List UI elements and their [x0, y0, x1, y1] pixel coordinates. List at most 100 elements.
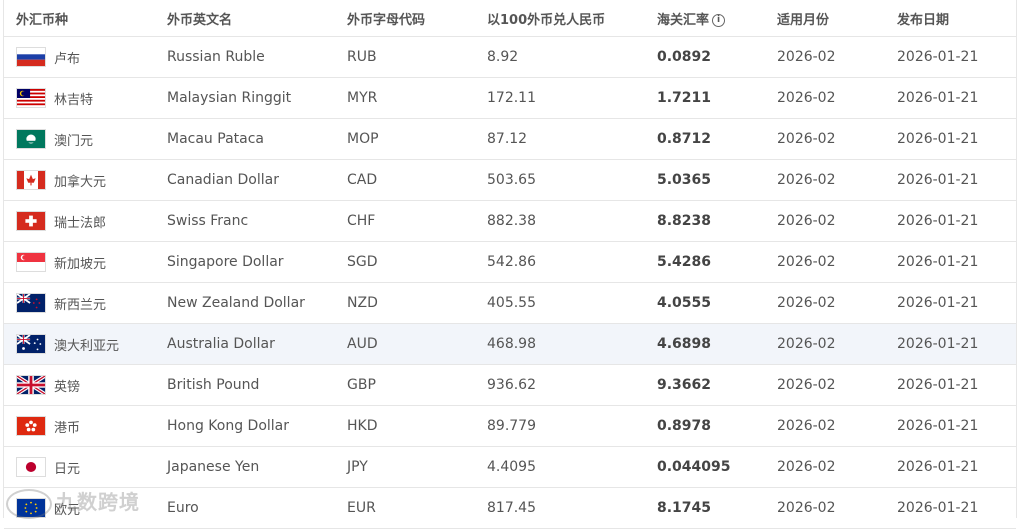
month-value: 2026-02: [777, 295, 836, 311]
per100-value: 89.779: [487, 418, 536, 434]
header-publish-date: 发布日期: [897, 12, 950, 28]
header-code: 外币字母代码: [347, 12, 426, 28]
date-value: 2026-01-21: [897, 295, 979, 311]
table-row[interactable]: 澳门元 Macau Pataca MOP 87.12 0.8712 2026-0…: [4, 119, 1016, 160]
date-value: 2026-01-21: [897, 459, 979, 475]
table-row[interactable]: 港币 Hong Kong Dollar HKD 89.779 0.8978 20…: [4, 406, 1016, 447]
customs-rate: 0.044095: [657, 459, 731, 475]
header-english-name: 外币英文名: [167, 12, 233, 28]
currency-code: HKD: [347, 418, 378, 434]
customs-rate: 5.4286: [657, 254, 712, 270]
table-row[interactable]: 新西兰元 New Zealand Dollar NZD 405.55 4.055…: [4, 283, 1016, 324]
english-name: British Pound: [167, 377, 260, 393]
english-name: Swiss Franc: [167, 213, 249, 229]
date-value: 2026-01-21: [897, 254, 979, 270]
table-row[interactable]: 瑞士法郎 Swiss Franc CHF 882.38 8.8238 2026-…: [4, 201, 1016, 242]
customs-rate: 0.8978: [657, 418, 712, 434]
per100-value: 503.65: [487, 172, 536, 188]
customs-rate: 1.7211: [657, 90, 712, 106]
uk-flag-icon: [16, 375, 46, 395]
english-name: Hong Kong Dollar: [167, 418, 290, 434]
per100-value: 468.98: [487, 336, 536, 352]
customs-rate: 5.0365: [657, 172, 712, 188]
currency-code: MYR: [347, 90, 378, 106]
month-value: 2026-02: [777, 377, 836, 393]
macau-flag-icon: [16, 129, 46, 149]
table-row[interactable]: 欧元 Euro EUR 817.45 8.1745 2026-02 2026-0…: [4, 488, 1016, 529]
month-value: 2026-02: [777, 500, 836, 516]
canada-flag-icon: [16, 170, 46, 190]
header-customs-rate: 海关汇率 i: [657, 9, 726, 28]
new-zealand-flag-icon: [16, 293, 46, 313]
per100-value: 87.12: [487, 131, 528, 147]
customs-rate: 0.0892: [657, 49, 712, 65]
currency-code: CHF: [347, 213, 376, 229]
month-value: 2026-02: [777, 254, 836, 270]
english-name: Canadian Dollar: [167, 172, 279, 188]
date-value: 2026-01-21: [897, 377, 979, 393]
english-name: Singapore Dollar: [167, 254, 284, 270]
currency-code: JPY: [347, 459, 368, 475]
customs-rate: 9.3662: [657, 377, 712, 393]
per100-value: 405.55: [487, 295, 536, 311]
info-icon[interactable]: i: [712, 13, 726, 27]
table-row[interactable]: 英镑 British Pound GBP 936.62 9.3662 2026-…: [4, 365, 1016, 406]
currency-code: AUD: [347, 336, 378, 352]
table-row[interactable]: 日元 Japanese Yen JPY 4.4095 0.044095 2026…: [4, 447, 1016, 488]
date-value: 2026-01-21: [897, 336, 979, 352]
per100-value: 882.38: [487, 213, 536, 229]
currency-name: 新加坡元: [54, 256, 107, 272]
table-row[interactable]: 林吉特 Malaysian Ringgit MYR 172.11 1.7211 …: [4, 78, 1016, 119]
singapore-flag-icon: [16, 252, 46, 272]
currency-name: 日元: [54, 461, 81, 477]
date-value: 2026-01-21: [897, 172, 979, 188]
customs-rate: 8.1745: [657, 500, 712, 516]
exchange-rate-table: 外汇币种 外币英文名 外币字母代码 以100外币兑人民币 海关汇率 i 适用月份 …: [3, 0, 1017, 529]
header-month: 适用月份: [777, 12, 830, 28]
date-value: 2026-01-21: [897, 90, 979, 106]
month-value: 2026-02: [777, 418, 836, 434]
month-value: 2026-02: [777, 459, 836, 475]
month-value: 2026-02: [777, 336, 836, 352]
malaysia-flag-icon: [16, 88, 46, 108]
date-value: 2026-01-21: [897, 500, 979, 516]
date-value: 2026-01-21: [897, 49, 979, 65]
per100-value: 542.86: [487, 254, 536, 270]
currency-name: 澳门元: [54, 133, 94, 149]
switzerland-flag-icon: [16, 211, 46, 231]
currency-code: RUB: [347, 49, 377, 65]
currency-name: 澳大利亚元: [54, 338, 120, 354]
currency-name: 林吉特: [54, 92, 94, 108]
english-name: Russian Ruble: [167, 49, 265, 65]
english-name: Australia Dollar: [167, 336, 275, 352]
watermark: 九数跨境: [6, 486, 140, 519]
table-row[interactable]: 新加坡元 Singapore Dollar SGD 542.86 5.4286 …: [4, 242, 1016, 283]
currency-code: MOP: [347, 131, 379, 147]
date-value: 2026-01-21: [897, 213, 979, 229]
month-value: 2026-02: [777, 172, 836, 188]
customs-rate: 8.8238: [657, 213, 712, 229]
table-row[interactable]: 卢布 Russian Ruble RUB 8.92 0.0892 2026-02…: [4, 37, 1016, 78]
customs-rate: 0.8712: [657, 131, 712, 147]
header-currency: 外汇币种: [16, 12, 69, 28]
table-row[interactable]: 澳大利亚元 Australia Dollar AUD 468.98 4.6898…: [4, 324, 1016, 365]
english-name: Malaysian Ringgit: [167, 90, 292, 106]
table-row[interactable]: 加拿大元 Canadian Dollar CAD 503.65 5.0365 2…: [4, 160, 1016, 201]
month-value: 2026-02: [777, 213, 836, 229]
customs-rate: 4.6898: [657, 336, 712, 352]
currency-code: EUR: [347, 500, 376, 516]
russia-flag-icon: [16, 47, 46, 67]
australia-flag-icon: [16, 334, 46, 354]
currency-name: 新西兰元: [54, 297, 107, 313]
month-value: 2026-02: [777, 90, 836, 106]
currency-name: 加拿大元: [54, 174, 107, 190]
currency-name: 英镑: [54, 379, 81, 395]
date-value: 2026-01-21: [897, 418, 979, 434]
month-value: 2026-02: [777, 49, 836, 65]
currency-name: 港币: [54, 420, 81, 436]
header-per100: 以100外币兑人民币: [487, 12, 606, 28]
currency-code: SGD: [347, 254, 378, 270]
date-value: 2026-01-21: [897, 131, 979, 147]
japan-flag-icon: [16, 457, 46, 477]
hong-kong-flag-icon: [16, 416, 46, 436]
